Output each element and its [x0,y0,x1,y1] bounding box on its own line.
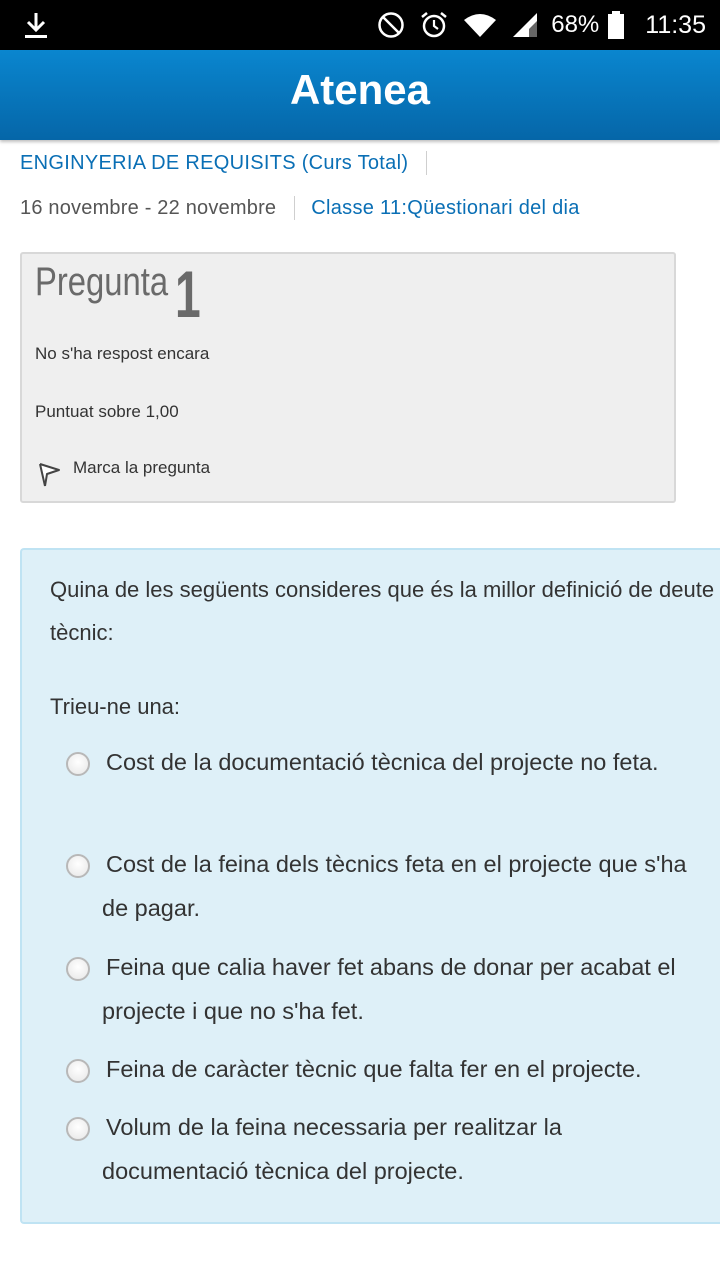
breadcrumb-activity-link[interactable]: Classe 11:Qüestionari del dia [311,197,579,220]
answer-option[interactable]: Cost de la feina dels tècnics feta en el… [62,842,702,945]
question-heading: Pregunta 1 [35,257,201,331]
do-not-disturb-icon [378,12,404,38]
battery-icon [608,11,625,39]
status-bar: 68% 11:35 [0,0,720,50]
answer-list: Cost de la documentació tècnica del proj… [62,740,702,1193]
question-grade: Puntuat sobre 1,00 [35,402,179,421]
breadcrumb-separator [426,151,428,175]
question-content: Quina de les següents consideres que és … [20,548,720,1224]
download-icon [25,13,47,38]
radio-button[interactable] [66,752,90,776]
question-info-panel: Pregunta 1 No s'ha respost encara Puntua… [20,252,676,503]
radio-button[interactable] [66,1059,90,1083]
radio-button[interactable] [66,957,90,981]
answer-option[interactable]: Volum de la feina necessaria per realitz… [62,1105,702,1193]
flag-question-button[interactable]: Marca la pregunta [35,458,210,488]
answer-label[interactable]: Volum de la feina necessaria per realitz… [62,1105,702,1193]
answer-option[interactable]: Feina que calia haver fet abans de donar… [62,945,702,1033]
question-number: 1 [175,257,201,331]
question-prompt: Trieu-ne una: [50,694,181,719]
answer-label[interactable]: Cost de la feina dels tècnics feta en el… [62,842,702,930]
alarm-icon [421,12,448,38]
wifi-icon [464,14,497,37]
question-label: Pregunta [35,260,169,304]
question-text: Quina de les següents consideres que és … [50,577,715,645]
answer-option[interactable]: Cost de la documentació tècnica del proj… [62,740,702,828]
radio-button[interactable] [66,1117,90,1141]
answer-label[interactable]: Cost de la documentació tècnica del proj… [62,740,702,784]
flag-icon[interactable] [35,458,63,488]
question-state: No s'ha respost encara [35,344,210,363]
battery-percent: 68% [551,11,600,38]
clock: 11:35 [645,10,706,39]
signal-icon [513,13,538,37]
answer-option[interactable]: Feina de caràcter tècnic que falta fer e… [62,1047,702,1091]
answer-label[interactable]: Feina de caràcter tècnic que falta fer e… [62,1047,702,1091]
breadcrumb-course-link[interactable]: ENGINYERIA DE REQUISITS (Curs Total) [20,152,408,175]
breadcrumb-separator [294,196,296,220]
breadcrumb: ENGINYERIA DE REQUISITS (Curs Total) 16 … [20,148,710,223]
app-header: Atenea [0,50,720,140]
app-title: Atenea [289,66,431,113]
answer-label[interactable]: Feina que calia haver fet abans de donar… [62,945,702,1033]
flag-question-label[interactable]: Marca la pregunta [73,458,210,478]
breadcrumb-week[interactable]: 16 novembre - 22 novembre [20,197,276,220]
radio-button[interactable] [66,854,90,878]
